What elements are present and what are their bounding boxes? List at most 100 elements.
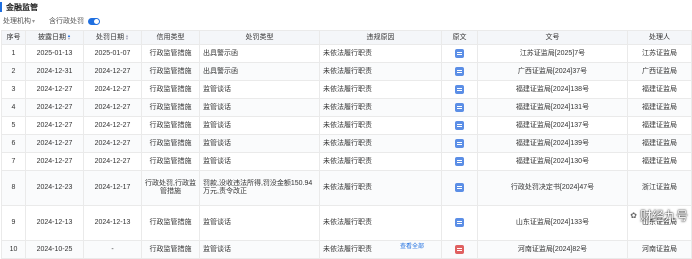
cell-penalty-date: - (83, 240, 142, 259)
table-row: 1 2025-01-13 2025-01-07 行政监管措施 出具警示函 未依法… (1, 44, 692, 63)
cell-doc-no: 福建证监局[2024]130号 (477, 152, 628, 171)
col-header-original: 原文 (441, 30, 478, 45)
cell-reason: 未依法履行职责 (319, 62, 442, 81)
col-header-doc-no: 文号 (477, 30, 628, 45)
document-icon[interactable] (455, 48, 464, 58)
cell-index: 6 (1, 134, 26, 153)
cell-reason: 未依法履行职责 (319, 98, 442, 117)
col-header-disclose-date[interactable]: 披露日期 ▲ ▼ (25, 30, 84, 45)
cell-index: 8 (1, 170, 26, 206)
cell-credit-type: 行政监管措施 (141, 62, 200, 81)
cell-credit-type: 行政监管措施 (141, 240, 200, 259)
cell-original (441, 152, 478, 171)
sort-icon[interactable]: ▲ ▼ (125, 33, 129, 40)
table-header-row: 序号 披露日期 ▲ ▼ 处罚日期 ▲ ▼ 信用类型 处罚类型 违规原因 原文 文号 处理… (1, 30, 692, 45)
cell-original (441, 116, 478, 135)
col-header-index: 序号 (1, 30, 26, 45)
watermark: ✿ 财经九号 (630, 207, 688, 224)
watermark-text: 财经九号 (639, 209, 688, 223)
wechat-logo-icon: ✿ (630, 211, 637, 220)
filter-row: 处理机构 ▾ 含行政处罚 (3, 15, 101, 27)
cell-agency: 福建证监局 (627, 98, 692, 117)
cell-credit-type: 行政监管措施 (141, 44, 200, 63)
col-header-penalty-date-label: 处罚日期 (96, 33, 125, 41)
document-icon[interactable] (455, 102, 464, 112)
cell-penalty-date: 2024-12-27 (83, 152, 142, 171)
cell-penalty-type: 监管谈话 (199, 240, 320, 259)
cell-original (441, 170, 478, 206)
sort-icon[interactable]: ▲ ▼ (67, 33, 71, 40)
table-row: 10 2024-10-25 - 行政监管措施 监管谈话 未依法履行职责 河南证监… (1, 240, 692, 259)
cell-doc-no: 江苏证监局[2025]7号 (477, 44, 628, 63)
pdf-icon[interactable] (455, 244, 464, 254)
cell-penalty-date: 2024-12-27 (83, 116, 142, 135)
document-icon[interactable] (455, 218, 464, 228)
cell-penalty-type: 监管谈话 (199, 116, 320, 135)
cell-disclose-date: 2024-12-27 (25, 134, 84, 153)
cell-index: 10 (1, 240, 26, 259)
cell-agency: 浙江证监局 (627, 170, 692, 206)
document-icon[interactable] (455, 84, 464, 94)
cell-index: 7 (1, 152, 26, 171)
page-title: 金融监管 (6, 2, 38, 12)
section-title-row: 金融监管 (0, 0, 38, 14)
cell-penalty-date: 2024-12-17 (83, 170, 142, 206)
cell-disclose-date: 2024-12-27 (25, 98, 84, 117)
cell-doc-no: 山东证监局[2024]133号 (477, 205, 628, 241)
cell-disclose-date: 2024-12-31 (25, 62, 84, 81)
cell-agency: 福建证监局 (627, 116, 692, 135)
cell-doc-no: 行政处罚决定书[2024]47号 (477, 170, 628, 206)
cell-index: 1 (1, 44, 26, 63)
cell-index: 2 (1, 62, 26, 81)
col-header-penalty-date[interactable]: 处罚日期 ▲ ▼ (83, 30, 142, 45)
cell-penalty-type: 出具警示函 (199, 62, 320, 81)
document-icon[interactable] (455, 183, 464, 193)
cell-index: 9 (1, 205, 26, 241)
cell-penalty-date: 2024-12-27 (83, 134, 142, 153)
cell-penalty-type: 监管谈话 (199, 205, 320, 241)
cell-doc-no: 福建证监局[2024]139号 (477, 134, 628, 153)
table-row: 3 2024-12-27 2024-12-27 行政监管措施 监管谈话 未依法履… (1, 80, 692, 99)
cell-doc-no: 广西证监局[2024]37号 (477, 62, 628, 81)
col-header-disclose-date-label: 披露日期 (38, 33, 67, 41)
penalty-table: 序号 披露日期 ▲ ▼ 处罚日期 ▲ ▼ 信用类型 处罚类型 违规原因 原文 文号 处理… (1, 30, 692, 259)
cell-disclose-date: 2024-12-27 (25, 80, 84, 99)
col-header-agency: 处理人 (627, 30, 692, 45)
cell-disclose-date: 2025-01-13 (25, 44, 84, 63)
table-row: 2 2024-12-31 2024-12-27 行政监管措施 出具警示函 未依法… (1, 62, 692, 81)
cell-agency: 河南证监局 (627, 240, 692, 259)
cell-agency: 江苏证监局 (627, 44, 692, 63)
table-row: 6 2024-12-27 2024-12-27 行政监管措施 监管谈话 未依法履… (1, 134, 692, 153)
cell-penalty-type: 监管谈话 (199, 98, 320, 117)
cell-disclose-date: 2024-12-27 (25, 116, 84, 135)
document-icon[interactable] (455, 120, 464, 130)
penalty-toggle[interactable] (88, 17, 101, 25)
cell-penalty-date: 2024-12-13 (83, 205, 142, 241)
table-row: 9 2024-12-13 2024-12-13 行政监管措施 监管谈话 未依法履… (1, 205, 692, 241)
cell-credit-type: 行政监管措施 (141, 98, 200, 117)
document-icon[interactable] (455, 156, 464, 166)
table-row: 5 2024-12-27 2024-12-27 行政监管措施 监管谈话 未依法履… (1, 116, 692, 135)
cell-penalty-type: 监管谈话 (199, 152, 320, 171)
table-row: 4 2024-12-27 2024-12-27 行政监管措施 监管谈话 未依法履… (1, 98, 692, 117)
cell-penalty-type: 监管谈话 (199, 80, 320, 99)
cell-credit-type: 行政监管措施 (141, 80, 200, 99)
cell-original (441, 80, 478, 99)
cell-penalty-date: 2024-12-27 (83, 98, 142, 117)
cell-agency: 福建证监局 (627, 134, 692, 153)
cell-penalty-type: 罚款,没收违法所得,罚没金额150.94万元,责令改正 (199, 170, 320, 206)
table-row: 7 2024-12-27 2024-12-27 行政监管措施 监管谈话 未依法履… (1, 152, 692, 171)
cell-penalty-date: 2025-01-07 (83, 44, 142, 63)
cell-disclose-date: 2024-12-13 (25, 205, 84, 241)
agency-dropdown[interactable]: 处理机构 ▾ (3, 16, 35, 26)
cell-disclose-date: 2024-10-25 (25, 240, 84, 259)
cell-credit-type: 行政处罚,行政监管措施 (141, 170, 200, 206)
chevron-down-icon: ▾ (32, 18, 36, 25)
col-header-credit-type: 信用类型 (141, 30, 200, 45)
col-header-penalty-type: 处罚类型 (199, 30, 320, 45)
document-icon[interactable] (455, 66, 464, 76)
cell-reason: 未依法履行职责 (319, 205, 442, 241)
document-icon[interactable] (455, 138, 464, 148)
cell-disclose-date: 2024-12-23 (25, 170, 84, 206)
cell-credit-type: 行政监管措施 (141, 116, 200, 135)
